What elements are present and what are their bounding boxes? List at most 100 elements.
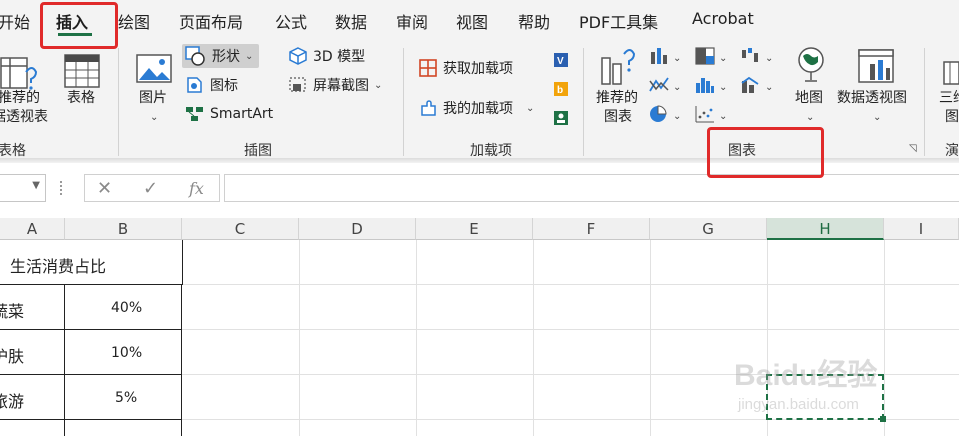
header-spacer <box>0 210 959 218</box>
tab-acrobat[interactable]: Acrobat <box>692 9 754 28</box>
combo-chart-icon[interactable]: ⌄ <box>740 75 776 95</box>
my-addins-button[interactable]: 我的加载项 ⌄ <box>418 96 534 120</box>
value-cell[interactable]: 5% <box>115 390 137 406</box>
map-chevron-down-icon[interactable]: ⌄ <box>806 109 814 127</box>
table-icon[interactable] <box>64 54 100 90</box>
cube-icon <box>289 47 307 65</box>
tab-help[interactable]: 帮助 <box>518 9 550 33</box>
watermark-url: jingyan.baidu.com <box>738 396 859 413</box>
column-header-e[interactable]: E <box>416 218 533 240</box>
value-cell[interactable]: 10% <box>111 345 142 361</box>
tab-view[interactable]: 视图 <box>456 9 488 33</box>
map-button-label[interactable]: 地图 <box>795 89 823 107</box>
tab-draw[interactable]: 绘图 <box>118 9 150 33</box>
icons-button[interactable]: 图标 <box>185 73 238 97</box>
table-border <box>64 284 65 436</box>
watermark-brand: Baidu经验 <box>734 359 878 392</box>
insert-function-icon[interactable]: fx <box>189 179 204 198</box>
3d-map-label-1[interactable]: 三维 <box>939 89 959 107</box>
formula-buttons: ✕ ✓ fx <box>84 174 220 202</box>
column-header-g[interactable]: G <box>650 218 767 240</box>
pivotchart-icon[interactable] <box>857 48 897 86</box>
column-header-b[interactable]: B <box>65 218 182 240</box>
highlight-insert-tab <box>40 2 118 49</box>
enter-check-icon[interactable]: ✓ <box>143 178 158 199</box>
smartart-icon <box>186 107 203 121</box>
my-addins-label: 我的加载项 <box>443 101 513 117</box>
shapes-button[interactable]: 形状 ⌄ <box>182 44 260 68</box>
table-border <box>0 284 182 285</box>
3d-map-label-2: 图 <box>945 109 959 125</box>
pivotchart-chevron-down-icon[interactable]: ⌄ <box>873 109 881 127</box>
tab-review[interactable]: 审阅 <box>396 9 428 33</box>
table-border <box>0 374 182 375</box>
group-label-addins: 加载项 <box>470 143 512 159</box>
category-cell[interactable]: 护肤 <box>0 343 24 367</box>
pivotchart-button-label[interactable]: 数据透视图 <box>837 89 907 107</box>
table-header-cell[interactable]: 生活消费占比 <box>10 253 106 277</box>
svg-text:⌄: ⌄ <box>719 111 727 122</box>
svg-text:⌄: ⌄ <box>719 82 727 93</box>
screenshot-label: 屏幕截图 <box>313 78 369 94</box>
column-chart-icon[interactable]: ⌄ <box>648 46 684 66</box>
pictures-icon[interactable] <box>136 54 172 84</box>
shapes-icon <box>185 46 205 66</box>
line-chart-icon[interactable]: ⌄ <box>648 75 684 95</box>
3d-models-button[interactable]: 3D 模型 <box>288 44 365 68</box>
smartart-button[interactable]: SmartArt <box>185 102 273 126</box>
screenshot-button[interactable]: 屏幕截图 ⌄ <box>288 73 382 97</box>
shapes-chevron-down-icon: ⌄ <box>245 50 254 62</box>
group-separator <box>924 48 925 156</box>
column-header-d[interactable]: D <box>299 218 416 240</box>
3d-map-icon[interactable] <box>942 58 959 88</box>
tab-formulas[interactable]: 公式 <box>275 9 307 33</box>
hierarchy-chart-icon[interactable]: ⌄ <box>694 46 730 66</box>
addin-puzzle-icon <box>421 100 436 116</box>
pie-chart-icon[interactable]: ⌄ <box>648 104 684 124</box>
map-globe-icon[interactable] <box>796 46 826 86</box>
gridline <box>650 240 651 436</box>
statistic-chart-icon[interactable]: ⌄ <box>694 75 730 95</box>
group-separator <box>583 48 584 156</box>
gridline <box>416 240 417 436</box>
table-button-label[interactable]: 表格 <box>67 89 95 107</box>
svg-text:V: V <box>557 56 564 67</box>
charts-dialog-launcher-icon[interactable]: ◹ <box>909 143 917 154</box>
name-box[interactable]: ▼ <box>0 174 46 202</box>
table-border <box>182 240 183 285</box>
pictures-button-label[interactable]: 图片 <box>139 89 167 107</box>
column-header-f[interactable]: F <box>533 218 650 240</box>
people-graph-icon[interactable] <box>552 109 570 127</box>
formula-bar-grip[interactable] <box>60 181 64 195</box>
recommended-charts-label-1: 推荐的 <box>596 90 638 106</box>
column-header-c[interactable]: C <box>182 218 299 240</box>
category-cell[interactable]: 蔬菜 <box>0 298 24 322</box>
bing-icon[interactable]: b <box>552 80 570 98</box>
column-header-h[interactable]: H <box>767 218 884 240</box>
gridline <box>299 240 300 436</box>
visio-icon[interactable]: V <box>552 51 570 69</box>
formula-input[interactable] <box>224 174 959 202</box>
waterfall-chart-icon[interactable]: ⌄ <box>740 46 776 66</box>
scatter-chart-icon[interactable]: ⌄ <box>694 104 730 124</box>
svg-text:⌄: ⌄ <box>673 111 681 122</box>
column-header-i[interactable]: I <box>884 218 959 240</box>
column-header-a[interactable]: A <box>0 218 65 240</box>
table-border <box>181 284 182 436</box>
recommended-charts-icon[interactable] <box>598 46 642 88</box>
baidu-watermark: Baidu经验 jingyan.baidu.com <box>734 350 914 420</box>
tab-page-layout[interactable]: 页面布局 <box>179 9 243 33</box>
value-cell[interactable]: 40% <box>111 300 142 316</box>
recommended-charts-label-2: 图表 <box>604 109 632 125</box>
get-addins-button[interactable]: 获取加载项 <box>418 56 513 80</box>
recommended-pivottable-label-1: 推荐的 <box>0 90 40 106</box>
pictures-chevron-down-icon[interactable]: ⌄ <box>150 109 158 127</box>
cancel-icon[interactable]: ✕ <box>97 178 112 199</box>
tab-pdf-tools[interactable]: PDF工具集 <box>579 9 658 33</box>
svg-text:⌄: ⌄ <box>765 53 773 64</box>
tab-home[interactable]: 开始 <box>0 9 30 33</box>
get-addins-label: 获取加载项 <box>443 61 513 77</box>
tab-data[interactable]: 数据 <box>335 9 367 33</box>
category-cell[interactable]: 旅游 <box>0 388 24 412</box>
name-box-chevron-down-icon[interactable]: ▼ <box>32 180 40 191</box>
